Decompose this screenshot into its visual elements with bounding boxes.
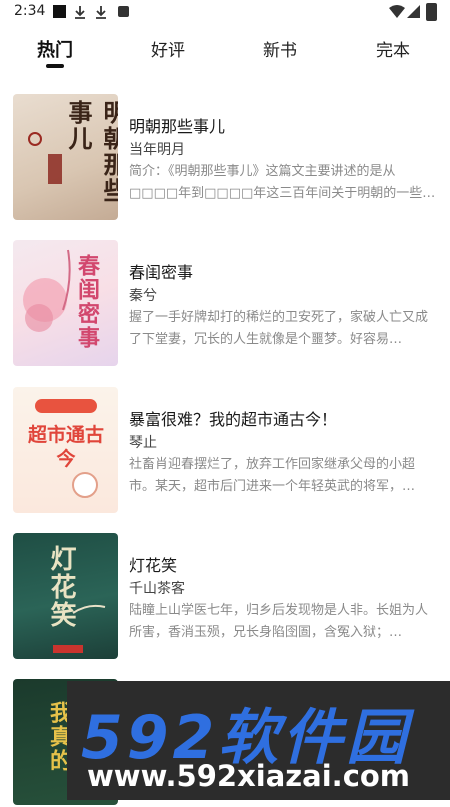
book-description: 陆瞳上山学医七年，归乡后发现物是人非。长姐为人所害，香消玉殒，兄长身陷囹圄，含冤…: [129, 603, 429, 640]
book-cover: 春闺密事: [13, 240, 118, 366]
category-tabs: 热门 好评 新书 完本: [0, 30, 450, 75]
book-title: 灯花笑: [129, 556, 178, 575]
download-icon: [75, 6, 85, 19]
book-title: 暴富很难？我的超市通古今！: [129, 410, 338, 429]
book-cover-text: 超市通古今: [27, 424, 104, 470]
active-tab-indicator: [46, 64, 64, 68]
tab-hot[interactable]: 热门: [15, 36, 95, 62]
book-cover: 灯花笑: [13, 533, 118, 659]
book-item[interactable]: 灯花笑 灯花笑 千山茶客 陆瞳上山学医七年，归乡后发现物是人非。长姐为人所害，香…: [0, 533, 450, 661]
book-description: 社畜肖迎春摆烂了，放弃工作回家继承父母的小超市。某天，超市后门进来一个年轻英武的…: [129, 457, 416, 494]
tab-completed[interactable]: 完本: [353, 36, 433, 61]
book-title: 明朝那些事儿: [129, 117, 226, 136]
watermark-url: www.592xiazai.com: [87, 759, 411, 793]
book-cover: 超市通古今: [13, 387, 118, 513]
a-icon: [118, 6, 129, 17]
book-item[interactable]: 超市通古今 暴富很难？我的超市通古今！ 琴止 社畜肖迎春摆烂了，放弃工作回家继承…: [0, 387, 450, 515]
status-time: 2:34: [14, 3, 46, 19]
signal-icon: [407, 5, 420, 18]
battery-icon: [426, 3, 437, 21]
book-cover-text: 明朝那些事儿: [64, 100, 118, 204]
book-author: 千山茶客: [129, 581, 185, 597]
book-cover-text: 春闺密事: [74, 254, 100, 350]
tab-new-books[interactable]: 新书: [240, 36, 320, 61]
book-author: 当年明月: [129, 142, 185, 158]
book-author: 秦兮: [129, 288, 157, 304]
status-bar: 2:34: [0, 0, 450, 24]
book-item[interactable]: 明朝那些事儿 明朝那些事儿 当年明月 简介：《明朝那些事儿》这篇文主要讲述的是从…: [0, 94, 450, 222]
watermark-banner: 592软件园 www.592xiazai.com: [67, 681, 450, 800]
book-cover: 明朝那些事儿: [13, 94, 118, 220]
book-item[interactable]: 春闺密事 春闺密事 秦兮 握了一手好牌却打的稀烂的卫安死了，家破人亡又成了下堂妻…: [0, 240, 450, 368]
download-icon: [96, 6, 106, 19]
notification-square-icon: [53, 5, 66, 18]
book-description: 握了一手好牌却打的稀烂的卫安死了，家破人亡又成了下堂妻，冗长的人生就像是个噩梦。…: [129, 310, 429, 347]
book-author: 琴止: [129, 435, 157, 451]
book-cover-text: 灯花笑: [46, 545, 76, 629]
wifi-icon: [389, 5, 405, 18]
tab-good-reviews[interactable]: 好评: [128, 36, 208, 61]
book-description: 简介：《明朝那些事儿》这篇文主要讲述的是从□□□□年到□□□□年这三百年间关于明…: [129, 164, 423, 201]
book-title: 春闺密事: [129, 263, 194, 282]
